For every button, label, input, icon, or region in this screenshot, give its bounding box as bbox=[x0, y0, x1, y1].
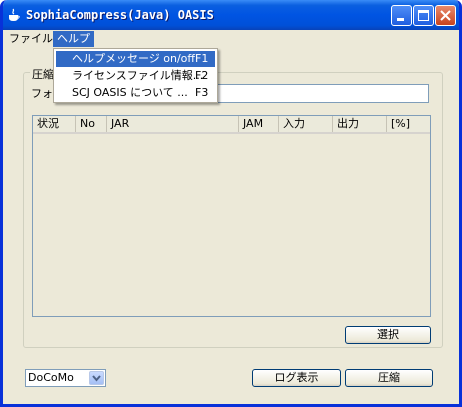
maximize-button[interactable] bbox=[413, 5, 434, 26]
menu-item-shortcut: F3 bbox=[195, 86, 209, 99]
app-window: SophiaCompress(Java) OASIS ファイル ヘルプ 圧縮 フ… bbox=[0, 0, 462, 407]
close-icon bbox=[440, 10, 451, 21]
maximize-icon bbox=[418, 10, 429, 21]
column-status[interactable]: 状況 bbox=[33, 116, 76, 132]
column-no[interactable]: No bbox=[76, 116, 107, 132]
select-button[interactable]: 選択 bbox=[345, 326, 431, 344]
window-title: SophiaCompress(Java) OASIS bbox=[26, 8, 214, 22]
minimize-icon bbox=[397, 18, 404, 21]
column-input[interactable]: 入力 bbox=[279, 116, 333, 132]
menu-help[interactable]: ヘルプ bbox=[53, 31, 94, 47]
folder-label: フォ bbox=[31, 87, 53, 100]
chevron-down-icon bbox=[92, 375, 101, 382]
menu-item-license-info[interactable]: ライセンスファイル情報... F2 bbox=[56, 68, 215, 84]
menu-item-about[interactable]: SCJ OASIS について ... F3 bbox=[56, 85, 215, 101]
compress-button[interactable]: 圧縮 bbox=[345, 369, 433, 387]
java-cup-icon bbox=[9, 8, 20, 21]
carrier-select[interactable]: DoCoMo bbox=[25, 369, 106, 387]
help-dropdown-menu: ヘルプメッセージ on/off F1 ライセンスファイル情報... F2 SCJ… bbox=[53, 48, 218, 103]
column-percent[interactable]: [%] bbox=[387, 116, 430, 132]
carrier-select-value: DoCoMo bbox=[28, 371, 74, 384]
menu-file[interactable]: ファイル bbox=[5, 31, 57, 47]
log-view-button[interactable]: ログ表示 bbox=[252, 369, 341, 387]
title-bar[interactable]: SophiaCompress(Java) OASIS bbox=[3, 0, 459, 30]
menu-item-label: SCJ OASIS について ... bbox=[72, 86, 188, 99]
file-table[interactable]: 状況 No JAR JAM 入力 出力 [%] bbox=[32, 115, 431, 317]
column-jam[interactable]: JAM bbox=[239, 116, 279, 132]
menu-item-shortcut: F2 bbox=[195, 69, 209, 82]
column-jar[interactable]: JAR bbox=[107, 116, 239, 132]
minimize-button[interactable] bbox=[391, 5, 412, 26]
close-button[interactable] bbox=[435, 5, 456, 26]
menu-item-shortcut: F1 bbox=[195, 52, 209, 65]
menu-item-label: ライセンスファイル情報... bbox=[72, 69, 204, 82]
menu-item-label: ヘルプメッセージ on/off bbox=[72, 52, 195, 65]
menu-item-help-message[interactable]: ヘルプメッセージ on/off F1 bbox=[56, 51, 215, 67]
menu-bar: ファイル ヘルプ bbox=[3, 30, 459, 48]
column-output[interactable]: 出力 bbox=[333, 116, 387, 132]
carrier-select-arrow[interactable] bbox=[89, 371, 104, 385]
table-header: 状況 No JAR JAM 入力 出力 [%] bbox=[33, 116, 430, 134]
